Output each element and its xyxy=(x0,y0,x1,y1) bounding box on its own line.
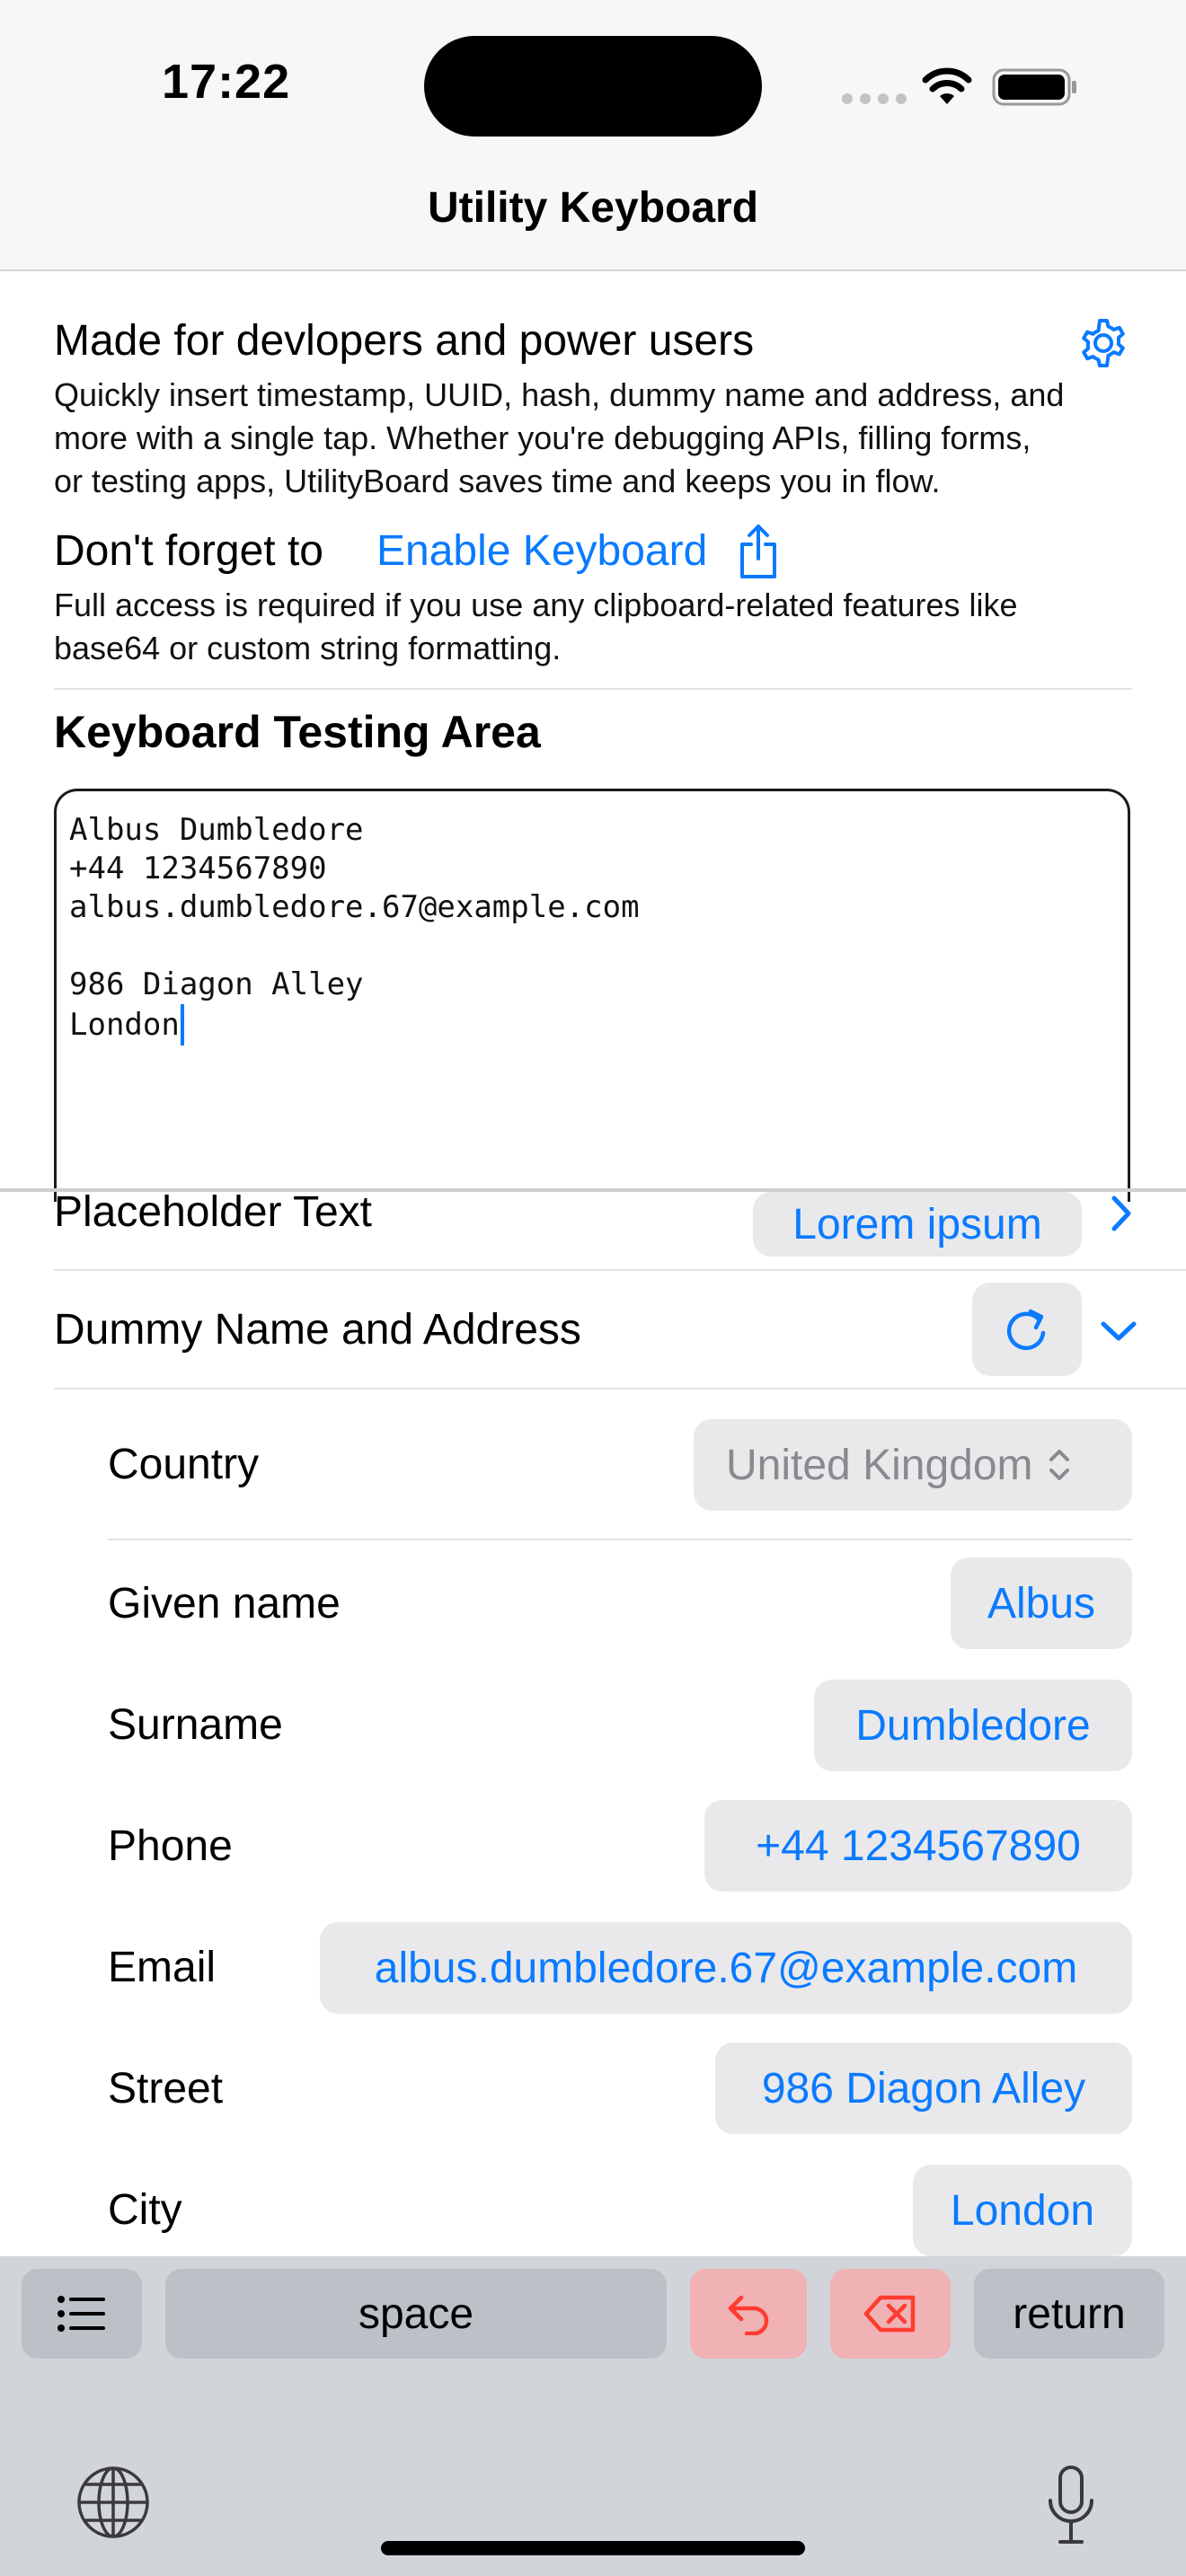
testing-text-area[interactable]: Albus Dumbledore +44 1234567890 albus.du… xyxy=(54,789,1130,1202)
row-divider xyxy=(54,1269,1186,1271)
refresh-icon xyxy=(1006,1309,1046,1351)
section-divider xyxy=(54,688,1132,690)
placeholder-value-button[interactable]: Lorem ipsum xyxy=(753,1192,1082,1257)
testing-area-title: Keyboard Testing Area xyxy=(54,707,541,757)
cellular-signal-icon xyxy=(842,93,907,104)
full-access-note-line: Full access is required if you use any c… xyxy=(54,587,1018,623)
surname-label: Surname xyxy=(108,1701,283,1749)
wifi-icon xyxy=(922,67,972,104)
status-time: 17:22 xyxy=(162,55,291,109)
gear-icon[interactable] xyxy=(1076,316,1130,370)
intro-description-line: or testing apps, UtilityBoard saves time… xyxy=(54,463,941,499)
street-button[interactable]: 986 Diagon Alley xyxy=(715,2042,1132,2134)
full-access-note: Full access is required if you use any c… xyxy=(54,584,1018,670)
home-indicator xyxy=(381,2541,805,2555)
surname-button[interactable]: Dumbledore xyxy=(814,1680,1132,1771)
nav-title: Utility Keyboard xyxy=(427,184,759,232)
testing-text-content: Albus Dumbledore +44 1234567890 albus.du… xyxy=(69,811,640,1045)
return-key[interactable]: return xyxy=(974,2269,1164,2359)
intro-description-line: more with a single tap. Whether you're d… xyxy=(54,419,1031,456)
battery-icon xyxy=(992,68,1076,106)
delete-key[interactable] xyxy=(830,2269,951,2359)
dummy-name-address-label: Dummy Name and Address xyxy=(54,1306,581,1354)
email-label: Email xyxy=(108,1944,217,1991)
microphone-icon[interactable] xyxy=(1046,2465,1096,2545)
space-key[interactable]: space xyxy=(165,2269,667,2359)
testing-text: Albus Dumbledore +44 1234567890 albus.du… xyxy=(69,812,640,1043)
placeholder-text-label: Placeholder Text xyxy=(54,1188,372,1236)
delete-backward-icon xyxy=(863,2295,916,2333)
intro-description-line: Quickly insert timestamp, UUID, hash, du… xyxy=(54,376,1065,413)
country-select[interactable]: United Kingdom xyxy=(694,1419,1132,1511)
country-label: Country xyxy=(108,1441,260,1488)
list-icon xyxy=(58,2296,105,2332)
city-label: City xyxy=(108,2186,182,2234)
phone-label: Phone xyxy=(108,1822,233,1870)
intro-heading: Made for devlopers and power users xyxy=(54,317,755,365)
intro-description: Quickly insert timestamp, UUID, hash, du… xyxy=(54,374,1064,503)
enable-keyboard-link[interactable]: Enable Keyboard xyxy=(376,526,707,576)
refresh-button[interactable] xyxy=(972,1283,1082,1376)
street-label: Street xyxy=(108,2065,224,2113)
city-button[interactable]: London xyxy=(913,2165,1132,2256)
chevron-up-down-icon xyxy=(1049,1450,1069,1480)
row-divider xyxy=(108,1539,1132,1540)
full-access-note-line: base64 or custom string formatting. xyxy=(54,630,562,666)
undo-arrow-icon xyxy=(728,2295,769,2335)
phone-button[interactable]: +44 1234567890 xyxy=(704,1800,1132,1892)
text-cursor xyxy=(180,1004,184,1045)
utility-keyboard: space return xyxy=(0,2256,1186,2576)
email-button[interactable]: albus.dumbledore.67@example.com xyxy=(320,1922,1132,2014)
reminder-prefix: Don't forget to xyxy=(54,527,323,575)
menu-key[interactable] xyxy=(22,2269,142,2359)
country-value: United Kingdom xyxy=(726,1441,1033,1489)
dynamic-island xyxy=(424,36,762,137)
chevron-right-icon[interactable] xyxy=(1107,1193,1136,1234)
given-name-button[interactable]: Albus xyxy=(951,1557,1132,1649)
given-name-label: Given name xyxy=(108,1580,341,1628)
chevron-down-icon[interactable] xyxy=(1098,1317,1139,1344)
globe-icon[interactable] xyxy=(75,2465,151,2540)
undo-key[interactable] xyxy=(690,2269,807,2359)
row-divider xyxy=(54,1388,1186,1389)
share-icon[interactable] xyxy=(737,521,780,580)
